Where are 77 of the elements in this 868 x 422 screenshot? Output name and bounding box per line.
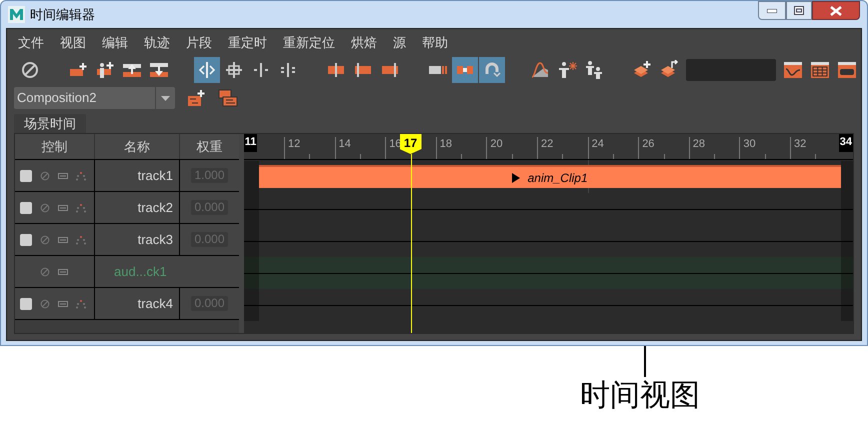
ruler-label: 32: [794, 137, 806, 152]
clip[interactable]: anim_Clip1: [258, 165, 841, 188]
graph-window-icon: [783, 60, 803, 80]
minimize-icon: [767, 8, 777, 12]
lock-icon[interactable]: [58, 234, 68, 244]
lock-icon[interactable]: [58, 170, 68, 180]
menu-item[interactable]: 编辑: [102, 33, 128, 53]
checkbox[interactable]: [20, 170, 32, 182]
window-title: 时间编辑器: [30, 6, 95, 24]
app-logo-icon: [8, 6, 25, 23]
split-icon: [278, 60, 298, 80]
clip-label: anim_Clip1: [528, 170, 588, 186]
dots-icon[interactable]: [76, 202, 86, 212]
figure-plus-icon: [95, 60, 115, 80]
ruler-label: 26: [642, 137, 654, 152]
figure-star-icon: [557, 60, 577, 80]
track-name[interactable]: track4: [95, 288, 180, 319]
lock-icon[interactable]: [58, 266, 68, 276]
ruler-label: 30: [743, 137, 756, 152]
dots-icon[interactable]: [76, 298, 86, 308]
checkbox[interactable]: [20, 234, 32, 246]
ruler[interactable]: [244, 134, 853, 160]
menu-item[interactable]: 轨迹: [144, 33, 170, 53]
lock-icon[interactable]: [58, 202, 68, 212]
add-track-icon: [186, 88, 206, 108]
checkbox[interactable]: [20, 298, 32, 310]
ruler-label: 12: [288, 137, 300, 152]
curve-icon: [530, 60, 550, 80]
ruler-label: 20: [490, 137, 503, 152]
gamepad-window-icon: [837, 60, 857, 80]
maximize-button[interactable]: [786, 1, 812, 20]
layer-plus-icon: [632, 60, 652, 80]
menu-item[interactable]: 帮助: [422, 33, 448, 53]
menu-item[interactable]: 烘焙: [351, 33, 377, 53]
menu-item[interactable]: 片段: [186, 33, 212, 53]
leader-line: [644, 346, 646, 377]
dots-icon[interactable]: [76, 234, 86, 244]
track-name[interactable]: track1: [95, 160, 180, 191]
menu-item[interactable]: 重定时: [228, 33, 267, 53]
close-button[interactable]: [812, 1, 860, 20]
close-icon: [830, 6, 842, 16]
range-end-marker[interactable]: 34: [838, 134, 853, 152]
ruler-label: 18: [440, 137, 452, 152]
clip-left-icon: [326, 60, 346, 80]
move-icon: [224, 60, 244, 80]
toolbar-button[interactable]: [185, 87, 207, 109]
track-name[interactable]: track2: [95, 192, 180, 223]
maximize-icon: [794, 6, 804, 15]
clip-center-icon: [353, 60, 373, 80]
composition-dropdown[interactable]: Composition2: [14, 87, 175, 109]
prohibited-icon: [20, 60, 40, 80]
trim-icon: [251, 60, 271, 80]
clip-right-icon: [380, 60, 400, 80]
menu-item[interactable]: 文件: [18, 33, 44, 53]
ruler-label: 24: [592, 137, 604, 152]
stacked-tracks-icon: [218, 88, 238, 108]
layer-arrow-icon: [659, 60, 679, 80]
menu-item[interactable]: 源: [393, 33, 406, 53]
lock-icon[interactable]: [58, 298, 68, 308]
ruler-label: 22: [541, 137, 554, 152]
arrow-down-icon: [149, 60, 169, 80]
ruler-label: 14: [338, 137, 351, 152]
callout-label: 时间视图: [580, 378, 700, 414]
two-figures-icon: [584, 60, 604, 80]
checkbox[interactable]: [20, 202, 32, 214]
tab[interactable]: 场景时间: [14, 114, 86, 133]
slide-icon: [197, 60, 217, 80]
track-name[interactable]: track3: [95, 224, 180, 255]
range-start-marker[interactable]: 11: [244, 134, 258, 152]
play-icon: [512, 172, 520, 182]
dots-icon[interactable]: [76, 170, 86, 180]
text-field[interactable]: [686, 59, 776, 81]
ruler-label: 28: [692, 137, 706, 152]
menu-item[interactable]: 重新定位: [283, 33, 335, 53]
minimize-button[interactable]: [758, 1, 786, 20]
menu-item[interactable]: 视图: [60, 33, 86, 53]
grid-window-icon: [810, 60, 830, 80]
